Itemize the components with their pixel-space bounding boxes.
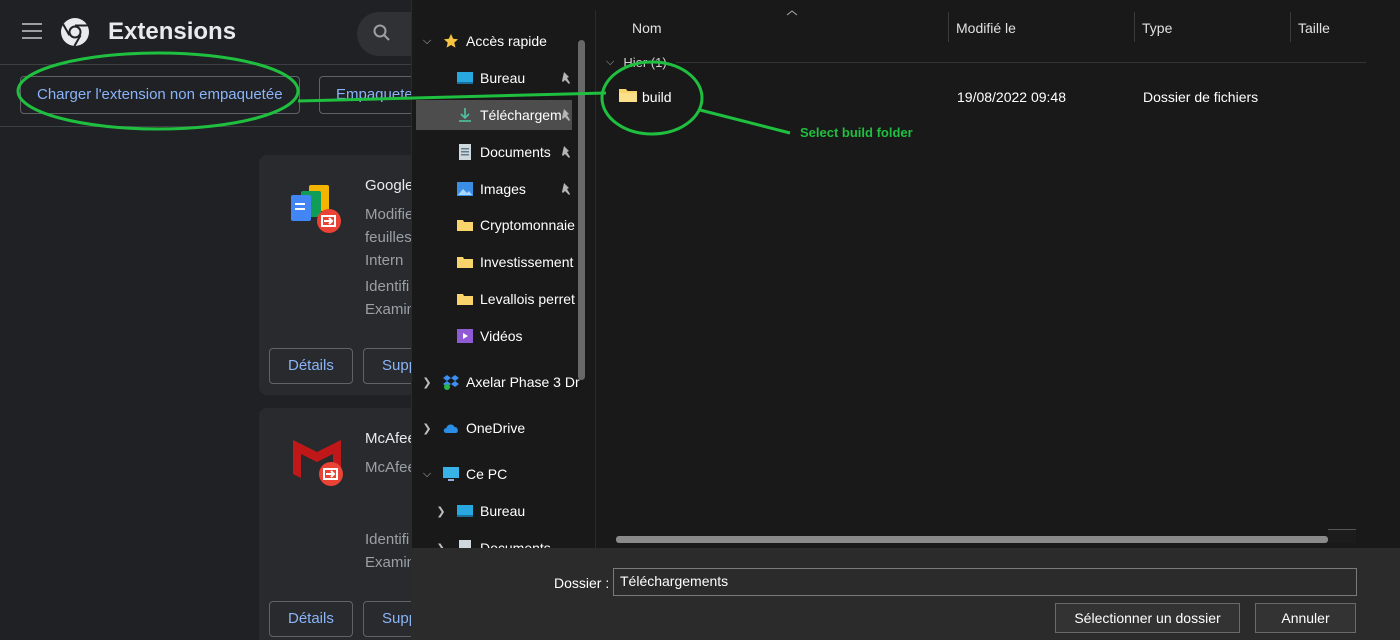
load-unpacked-button[interactable]: Charger l'extension non empaquetée [20,76,300,114]
file-modified: 19/08/2022 09:48 [957,89,1066,105]
nav-label: Bureau [480,503,526,519]
documents-icon [459,144,471,160]
file-list-pane: Nom Modifié le Type Taille ⌵ Hier (1) bu… [596,10,1400,548]
chevron-right-icon[interactable]: ❯ [432,505,450,518]
search-icon [373,24,390,41]
nav-this-pc[interactable]: ⌵ Ce PC [418,459,578,489]
videos-icon [457,329,473,343]
nav-label: Documents [480,144,551,160]
nav-item-investissement[interactable]: Investissement [416,247,595,277]
nav-onedrive[interactable]: ❯ OneDrive [418,413,578,443]
file-type: Dossier de fichiers [1143,89,1259,105]
nav-item-documents[interactable]: Documents [416,137,572,167]
file-row-build[interactable]: build 19/08/2022 09:48 Dossier de fichie… [616,82,1376,112]
extension-name: Google [365,177,414,194]
nav-item-levallois-perret[interactable]: Levallois perret [416,284,595,314]
nav-label: Documents [480,540,551,548]
annotation-label: Select build folder [800,125,913,140]
horizontal-scrollbar[interactable] [616,536,1328,543]
nav-label: OneDrive [466,420,526,436]
extension-name: McAfee [365,430,416,447]
column-header-size[interactable]: Taille [1298,10,1330,42]
folder-name-input[interactable]: Téléchargements [613,568,1357,596]
nav-label: Levallois perret [480,291,575,307]
nav-item-images[interactable]: Images [416,174,572,204]
extension-id: Identifi Examin [365,531,416,571]
nav-label: Cryptomonnaie [480,217,575,233]
chevron-down-icon: ⌵ [606,56,615,68]
details-button[interactable]: Détails [269,348,353,384]
nav-quick-access[interactable]: ⌵ Accès rapide [418,26,578,56]
nav-dropbox-folder[interactable]: ❯ Axelar Phase 3 Dr [418,367,595,397]
dialog-footer: Dossier : Téléchargements Sélectionner u… [412,548,1400,640]
pin-icon [562,72,570,84]
extension-id: Identifi Examin [365,278,416,318]
download-icon [459,108,471,122]
column-header-type[interactable]: Type [1142,10,1172,42]
chevron-right-icon[interactable]: ❯ [418,376,436,389]
nav-label: Ce PC [466,466,508,482]
images-icon [457,182,473,196]
nav-label: Vidéos [480,328,523,344]
google-docs-offline-icon [291,185,341,233]
dropbox-icon [443,375,459,390]
chrome-logo-icon [61,18,89,47]
nav-pc-bureau[interactable]: ❯ Bureau [432,496,582,526]
folder-field-label: Dossier : [554,575,610,591]
sort-ascending-icon [786,10,798,16]
select-folder-dialog: ⌵ Accès rapide Bureau Téléchargem Docume… [411,0,1400,640]
cancel-button[interactable]: Annuler [1255,603,1356,633]
onedrive-cloud-icon [443,424,458,433]
navigation-pane: ⌵ Accès rapide Bureau Téléchargem Docume… [412,10,595,548]
group-divider [676,62,1366,63]
documents-icon [459,540,471,548]
nav-label: Bureau [480,70,526,86]
pin-icon [562,183,570,195]
column-separator[interactable] [1290,12,1291,42]
nav-item-bureau[interactable]: Bureau [416,63,572,93]
chevron-down-icon[interactable]: ⌵ [418,35,436,48]
folder-icon [619,89,637,102]
column-header-modified[interactable]: Modifié le [956,10,1016,42]
pin-icon [562,146,570,158]
nav-item-telechargements[interactable]: Téléchargem [416,100,572,130]
pin-icon [562,109,570,121]
scrollbar-corner [1328,529,1356,543]
file-name: build [642,89,672,105]
nav-label: Investissement [480,254,574,270]
nav-label: Images [480,181,526,197]
nav-scrollbar[interactable] [578,40,585,380]
chevron-down-icon[interactable]: ⌵ [418,468,436,481]
page-title: Extensions [108,18,237,45]
folder-icon [457,220,473,231]
nav-item-videos[interactable]: Vidéos [416,321,595,351]
details-button[interactable]: Détails [269,601,353,637]
column-separator[interactable] [1134,12,1135,42]
group-header[interactable]: ⌵ Hier (1) [606,55,667,70]
group-label: Hier (1) [623,55,667,70]
desktop-icon [457,505,473,517]
nav-item-cryptomonnaie[interactable]: Cryptomonnaie [416,210,595,240]
chevron-right-icon[interactable]: ❯ [418,422,436,435]
desktop-icon [457,72,473,84]
select-folder-button[interactable]: Sélectionner un dossier [1055,603,1240,633]
column-separator[interactable] [948,12,949,42]
extension-description: McAfee [365,459,416,476]
menu-icon[interactable] [22,23,42,39]
nav-label: Axelar Phase 3 Dr [466,374,580,390]
extension-description: Modifie feuilles Intern [365,206,414,269]
nav-pc-documents[interactable]: ❯ Documents [432,533,582,548]
column-header-name[interactable]: Nom [632,10,662,42]
folder-icon [457,257,473,268]
computer-icon [443,467,459,481]
folder-icon [457,294,473,305]
nav-label: Téléchargem [480,107,562,123]
star-icon [443,33,459,48]
nav-label: Accès rapide [466,33,547,49]
mcafee-icon [293,440,343,486]
